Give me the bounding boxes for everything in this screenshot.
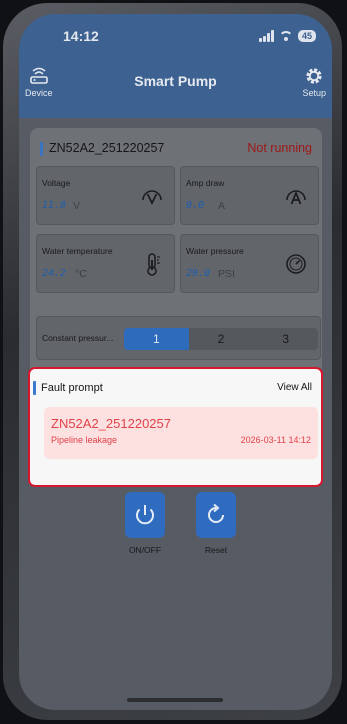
fault-device-id: ZN52A2_251220257	[51, 416, 171, 431]
thermometer-icon	[147, 253, 160, 276]
fault-timestamp: 2026-03-11 14:12	[240, 435, 311, 445]
fault-prompt-card: Fault prompt View All ZN52A2_251220257 P…	[28, 367, 323, 487]
water-pressure-value: 29.0	[186, 268, 211, 279]
amp-draw-label: Amp draw	[186, 178, 225, 188]
water-temperature-value: 24.2	[42, 268, 67, 279]
app-header: 14:12 45 Device Smart Pump Setup	[19, 14, 332, 118]
voltage-gauge-icon	[142, 190, 162, 206]
reset-button[interactable]	[196, 492, 236, 538]
fault-description: Pipeline leakage	[51, 435, 118, 445]
wifi-icon	[278, 31, 293, 41]
fault-prompt-title: Fault prompt	[41, 382, 103, 394]
running-status: Not running	[247, 141, 312, 155]
water-temperature-unit: °C	[75, 268, 87, 280]
power-button[interactable]	[125, 492, 165, 538]
status-icons: 45	[258, 28, 316, 44]
water-pressure-label: Water pressure	[186, 246, 244, 256]
amp-draw-tile: Amp draw 0.0 A	[180, 166, 319, 225]
amp-draw-value: 0.0	[186, 200, 205, 211]
ampere-gauge-icon	[286, 190, 306, 205]
reset-label: Reset	[204, 545, 228, 555]
mode-option-3[interactable]: 3	[253, 328, 318, 350]
device-accent-bar	[40, 142, 43, 156]
voltage-tile: Voltage 11.8 V	[36, 166, 175, 225]
fault-accent-bar	[33, 381, 36, 395]
gear-icon	[306, 68, 322, 84]
water-temperature-label: Water temperature	[42, 246, 113, 256]
home-indicator[interactable]	[127, 698, 223, 702]
water-temperature-tile: Water temperature 24.2 °C	[36, 234, 175, 293]
setup-label: Setup	[302, 88, 326, 98]
cellular-signal-icon	[258, 30, 274, 42]
refresh-icon	[208, 503, 224, 523]
voltage-value: 11.8	[42, 200, 67, 211]
pressure-mode-selector[interactable]: 1 2 3	[124, 328, 318, 350]
fault-item[interactable]: ZN52A2_251220257 Pipeline leakage 2026-0…	[44, 407, 318, 459]
device-label: Device	[25, 88, 53, 98]
status-time: 14:12	[63, 28, 99, 44]
view-all-link[interactable]: View All	[277, 382, 312, 393]
power-icon	[136, 505, 154, 525]
pressure-gauge-icon	[286, 254, 306, 274]
mode-option-1[interactable]: 1	[124, 328, 189, 350]
mode-option-2[interactable]: 2	[189, 328, 254, 350]
device-id: ZN52A2_251220257	[49, 141, 165, 155]
battery-icon: 45	[297, 30, 316, 42]
device-row: ZN52A2_251220257 Not running	[30, 140, 322, 158]
power-label: ON/OFF	[128, 545, 162, 555]
amp-draw-unit: A	[218, 200, 226, 212]
voltage-unit: V	[73, 200, 81, 212]
water-pressure-tile: Water pressure 29.0 PSI	[180, 234, 319, 293]
voltage-label: Voltage	[42, 178, 71, 188]
page-title: Smart Pump	[134, 73, 217, 89]
device-card: ZN52A2_251220257 Not running Voltage 11.…	[30, 128, 322, 374]
pressure-mode-row: Constant pressur... 1 2 3	[36, 316, 321, 360]
setup-button[interactable]: Setup	[302, 66, 326, 98]
app-screen: 14:12 45 Device Smart Pump Setup ZN52A2_…	[19, 14, 332, 710]
water-pressure-unit: PSI	[218, 268, 235, 280]
pressure-mode-label: Constant pressur...	[42, 333, 114, 343]
